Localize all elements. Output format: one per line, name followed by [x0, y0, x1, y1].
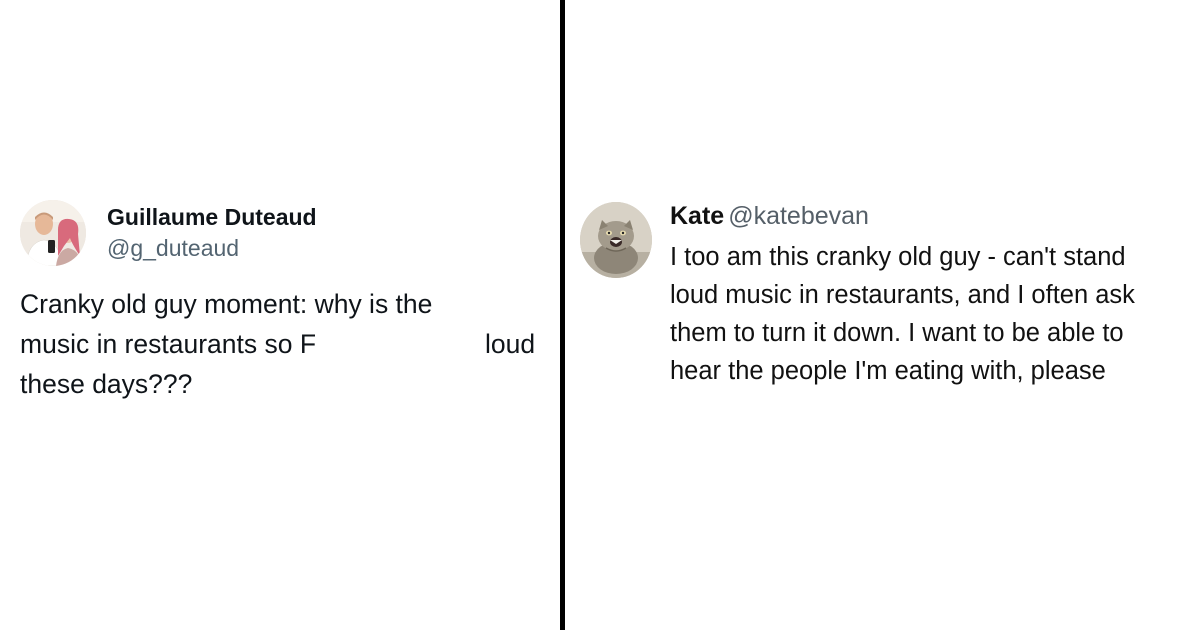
author-handle[interactable]: @katebevan: [728, 202, 869, 230]
tweet-text-line: these days???: [20, 369, 193, 399]
tweet-text-line: I too am this cranky old guy - can't sta…: [670, 243, 1126, 271]
avatar-photo-icon: [580, 202, 652, 278]
author-name[interactable]: Kate: [670, 202, 724, 230]
tweet-header: Kate @katebevan: [670, 202, 869, 231]
tweet-text-line: them to turn it down. I want to be able …: [670, 319, 1124, 347]
author-avatar[interactable]: [20, 200, 86, 266]
author-handle[interactable]: @g_duteaud: [107, 235, 239, 262]
author-avatar[interactable]: [580, 202, 652, 278]
tweet-text-line: Cranky old guy moment: why is the: [20, 289, 433, 319]
panel-divider: [560, 0, 565, 630]
tweet-text: Cranky old guy moment: why is the music …: [20, 284, 550, 404]
tweet-text: I too am this cranky old guy - can't sta…: [670, 238, 1190, 390]
tweet-text-line: music in restaurants so F loud: [20, 324, 550, 364]
avatar-photo-icon: [20, 200, 86, 266]
tweet-text-segment: music in restaurants so F: [20, 329, 317, 359]
author-name[interactable]: Guillaume Duteaud: [107, 204, 317, 231]
tweet-text-segment: loud: [485, 329, 536, 359]
tweet-text-line: loud music in restaurants, and I often a…: [670, 281, 1135, 309]
tweet-text-line: hear the people I'm eating with, please: [670, 357, 1106, 385]
